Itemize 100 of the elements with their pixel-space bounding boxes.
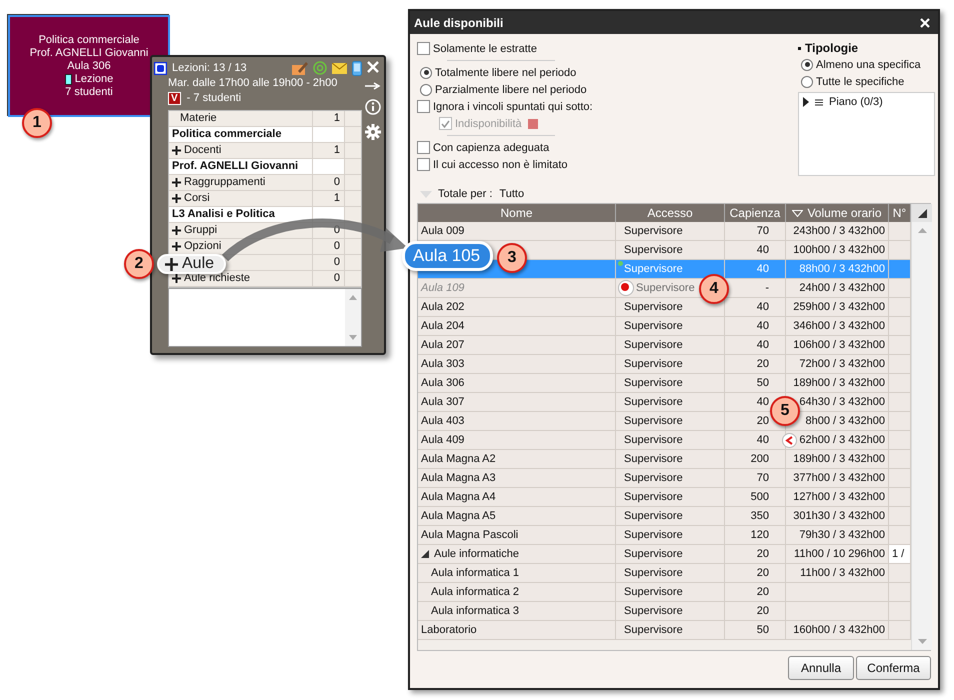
sort-icon[interactable] xyxy=(792,210,804,216)
week-badge: V xyxy=(168,92,181,105)
table-row[interactable]: Aula 207 Supervisore 40 106h00 / 3 432h00 xyxy=(418,336,911,355)
plus-icon[interactable] xyxy=(172,274,181,283)
option-label[interactable]: Totalmente libere nel periodo xyxy=(435,66,576,78)
table-row[interactable]: Aula informatica 3 Supervisore 20 xyxy=(418,602,911,621)
resource-row[interactable]: Gruppi 0 xyxy=(169,223,361,239)
table-row[interactable]: Aula Magna A5 Supervisore 350 301h30 / 3 432h00 xyxy=(418,507,911,526)
table-row[interactable]: Aula 409 Supervisore 40 62h00 / 3 432h00 xyxy=(418,431,911,450)
option-label[interactable]: Il cui accesso non è limitato xyxy=(433,158,568,170)
expand-arrow-icon[interactable] xyxy=(803,97,809,107)
volume-cell: 8h00 / 3 432h00 xyxy=(805,415,885,427)
envelope-icon[interactable] xyxy=(332,62,347,74)
lesson-type-text: Lezione xyxy=(74,72,114,86)
radio-button[interactable] xyxy=(420,66,432,78)
resource-label[interactable]: Corsi xyxy=(184,191,210,206)
plus-icon[interactable] xyxy=(172,194,181,203)
room-name: Aula 303 xyxy=(421,358,464,370)
confirm-button[interactable]: Conferma xyxy=(856,656,931,680)
table-row[interactable]: Aula 204 Supervisore 40 346h00 / 3 432h00 xyxy=(418,317,911,336)
capacity-cell: 40 xyxy=(756,301,769,313)
capacity-cell: 50 xyxy=(756,377,769,389)
count-cell: 0 xyxy=(312,255,344,270)
corner-icon[interactable] xyxy=(918,208,926,218)
table-row[interactable]: Aula 306 Supervisore 50 189h00 / 3 432h00 xyxy=(418,374,911,393)
room-name: Aula 109 xyxy=(421,282,464,294)
table-row[interactable]: Aula 202 Supervisore 40 259h00 / 3 432h00 xyxy=(418,298,911,317)
room-name: Aule informatiche xyxy=(434,548,519,560)
capacity-cell: 200 xyxy=(750,453,769,465)
count-cell: 0 xyxy=(312,271,344,286)
plus-icon[interactable] xyxy=(172,146,181,155)
resource-row[interactable]: Raggruppamenti 0 xyxy=(169,175,361,191)
table-row[interactable]: Aula 303 Supervisore 20 72h00 / 3 432h00 xyxy=(418,355,911,374)
table-row[interactable]: Aula Magna A2 Supervisore 200 189h00 / 3 432h00 xyxy=(418,450,911,469)
resource-label[interactable]: Raggruppamenti xyxy=(184,175,266,190)
available-dot-icon xyxy=(618,261,623,266)
total-by-value[interactable]: Tutto xyxy=(499,188,524,200)
close-icon[interactable] xyxy=(920,18,930,28)
plus-icon[interactable] xyxy=(172,226,181,235)
settings-icon[interactable] xyxy=(365,124,381,140)
resource-label[interactable]: Docenti xyxy=(184,143,222,158)
checkbox[interactable] xyxy=(417,42,430,55)
room-name: Aula 307 xyxy=(421,396,464,408)
checkbox[interactable] xyxy=(417,158,430,171)
table-row[interactable]: Aula Magna Pascoli Supervisore 120 79h30 / 3 432h00 xyxy=(418,526,911,545)
capacity-cell: 500 xyxy=(750,491,769,503)
lesson-card[interactable]: Politica commerciale Prof. AGNELLI Giovanni Aula 306 Lezione 7 studenti xyxy=(8,15,170,117)
radio-button[interactable] xyxy=(420,84,432,96)
table-row[interactable]: Aula Magna A3 Supervisore 70 377h00 / 3 432h00 xyxy=(418,469,911,488)
volume-cell: 377h00 / 3 432h00 xyxy=(793,472,885,484)
option-label[interactable]: Parzialmente libere nel periodo xyxy=(435,84,587,96)
capacity-cell: 40 xyxy=(756,244,769,256)
radio-button[interactable] xyxy=(801,76,813,88)
volume-cell: 24h00 / 3 432h00 xyxy=(799,282,885,294)
phone-icon[interactable] xyxy=(352,60,362,76)
students-text: 7 studenti xyxy=(65,86,113,98)
pencil-icon[interactable] xyxy=(292,61,308,75)
zoomed-text: Aule xyxy=(182,256,214,272)
capacity-cell: 40 xyxy=(756,396,769,408)
plus-icon[interactable] xyxy=(172,178,181,187)
room-name: Aula 409 xyxy=(421,434,464,446)
option-label[interactable]: Almeno una specifica xyxy=(816,58,921,70)
resource-label[interactable]: Materie xyxy=(172,111,217,126)
option-label[interactable]: Ignora i vincoli spuntati qui sotto: xyxy=(433,100,593,112)
option-label[interactable]: Tutte le specifiche xyxy=(816,76,904,88)
option-label[interactable]: Solamente le estratte xyxy=(433,42,537,54)
access-cell: Supervisore xyxy=(624,396,683,408)
count-cell: 0 xyxy=(312,223,344,238)
table-row[interactable]: Aula 009 Supervisore 70 243h00 / 3 432h00 xyxy=(418,222,911,241)
option-label[interactable]: Con capienza adeguata xyxy=(433,142,550,154)
volume-cell: 79h30 / 3 432h00 xyxy=(799,529,885,541)
access-cell: Supervisore xyxy=(624,567,683,579)
access-cell: Supervisore xyxy=(624,225,683,237)
section-heading: Politica commerciale xyxy=(169,127,312,142)
resource-label[interactable]: Opzioni xyxy=(184,239,222,254)
table-row[interactable]: Aula informatica 2 Supervisore 20 xyxy=(418,583,911,602)
plus-icon[interactable] xyxy=(172,242,181,251)
tree-item[interactable]: Piano (0/3) xyxy=(829,96,883,108)
access-cell: Supervisore xyxy=(624,301,683,313)
table-row[interactable]: Aula Magna A4 Supervisore 500 127h00 / 3 432h00 xyxy=(418,488,911,507)
capacity-cell: 40 xyxy=(756,320,769,332)
radio-button[interactable] xyxy=(801,58,813,70)
lessons-count-text: Lezioni: 13 / 13 xyxy=(172,62,247,74)
resource-label[interactable]: Aule richieste xyxy=(184,271,250,286)
table-row[interactable]: Aula informatica 1 Supervisore 20 11h00 / 3 432h00 xyxy=(418,564,911,583)
step-number: 2 xyxy=(124,249,154,279)
checkbox[interactable] xyxy=(417,100,430,113)
checkbox[interactable] xyxy=(417,141,430,154)
room-name: Aula informatica 1 xyxy=(431,567,520,579)
access-cell: Supervisore xyxy=(624,624,683,636)
info-icon[interactable] xyxy=(365,99,381,115)
expand-arrow-icon[interactable] xyxy=(421,550,429,558)
access-cell: Supervisore xyxy=(624,263,683,275)
arrow-icon[interactable] xyxy=(365,82,381,90)
count-cell: 0 xyxy=(312,239,344,254)
resource-label[interactable]: Gruppi xyxy=(184,223,218,238)
table-row[interactable]: Laboratorio Supervisore 50 160h00 / 3 432h00 xyxy=(418,621,911,640)
table-row[interactable]: Aule informatiche Supervisore 20 11h00 / 10 296h00 1 / xyxy=(418,545,911,564)
count-cell: 1 xyxy=(312,111,344,126)
cancel-button[interactable]: Annulla xyxy=(788,656,854,680)
